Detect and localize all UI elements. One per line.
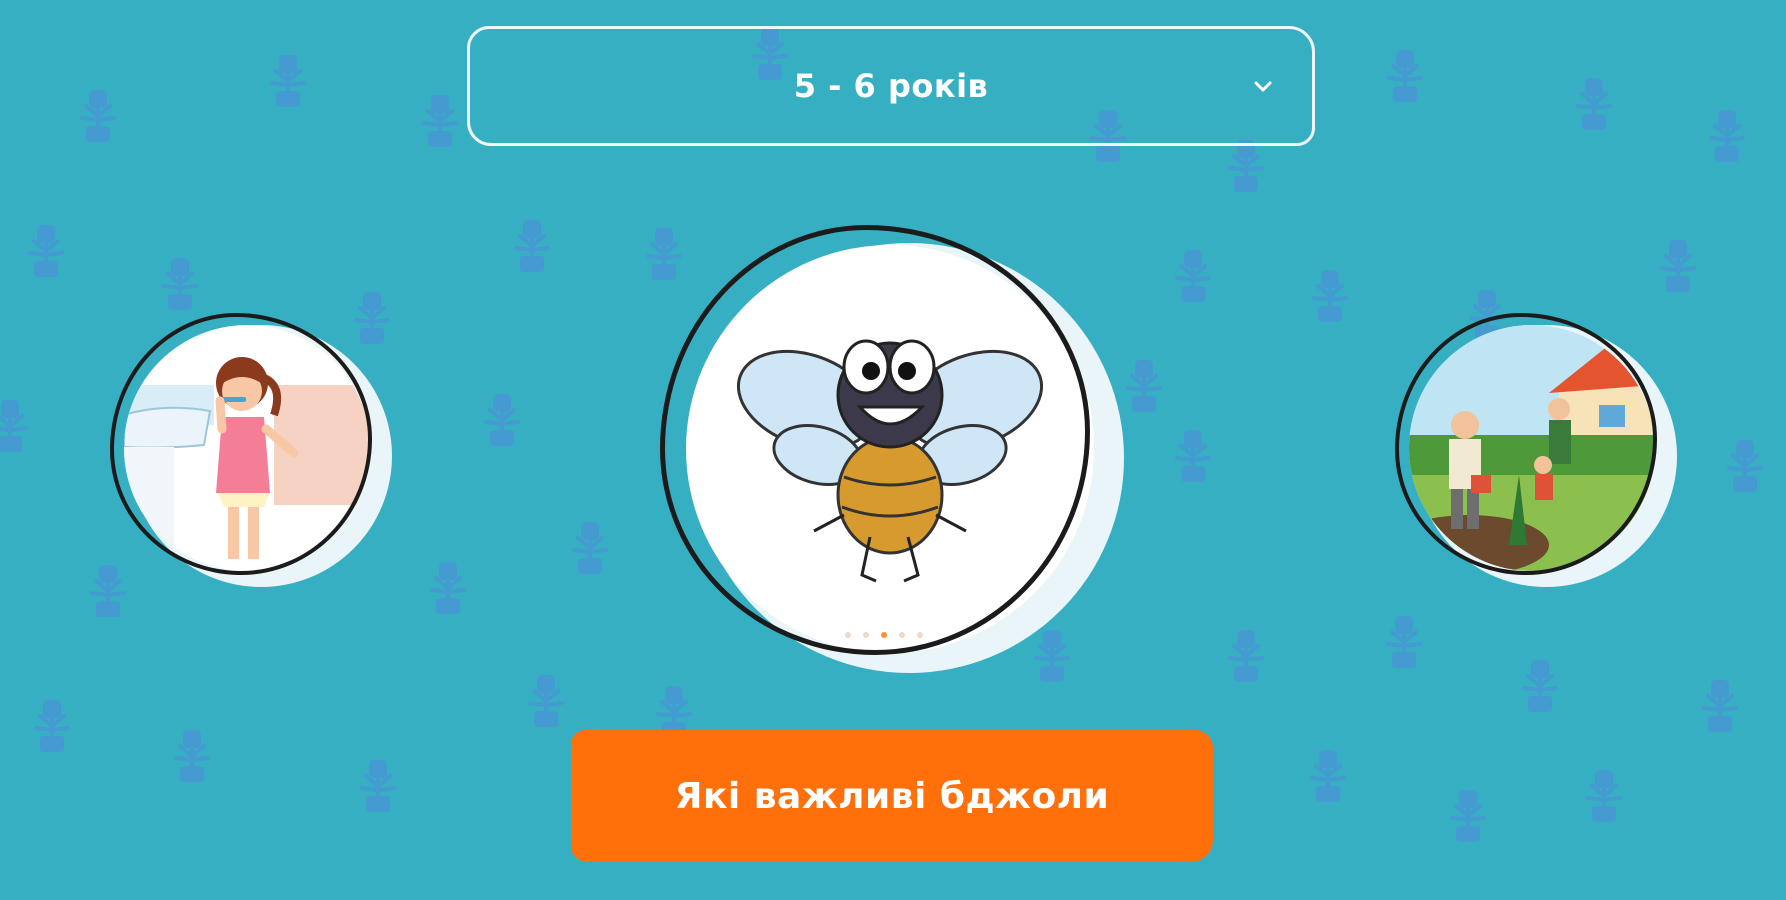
pagination-dot[interactable] <box>845 632 851 638</box>
pagination-dot[interactable] <box>899 632 905 638</box>
chevron-down-icon[interactable] <box>1252 75 1274 97</box>
pagination-dot[interactable] <box>917 632 923 638</box>
slide-girl-brushing-teeth[interactable] <box>110 313 394 591</box>
topic-button[interactable]: Які важливі бджоли <box>571 730 1213 862</box>
carousel-pagination <box>845 632 923 638</box>
slide-outline <box>1395 313 1657 575</box>
topic-button-label: Які важливі бджоли <box>674 775 1110 817</box>
pagination-dot-active[interactable] <box>881 632 887 638</box>
slide-outline <box>110 313 372 575</box>
slide-outline <box>660 225 1090 655</box>
age-selector[interactable]: 5 - 6 років <box>467 26 1315 146</box>
pagination-dot[interactable] <box>863 632 869 638</box>
slide-gardening-family[interactable] <box>1395 313 1679 591</box>
age-selector-value: 5 - 6 років <box>793 67 989 105</box>
slide-bee[interactable] <box>660 225 1130 675</box>
